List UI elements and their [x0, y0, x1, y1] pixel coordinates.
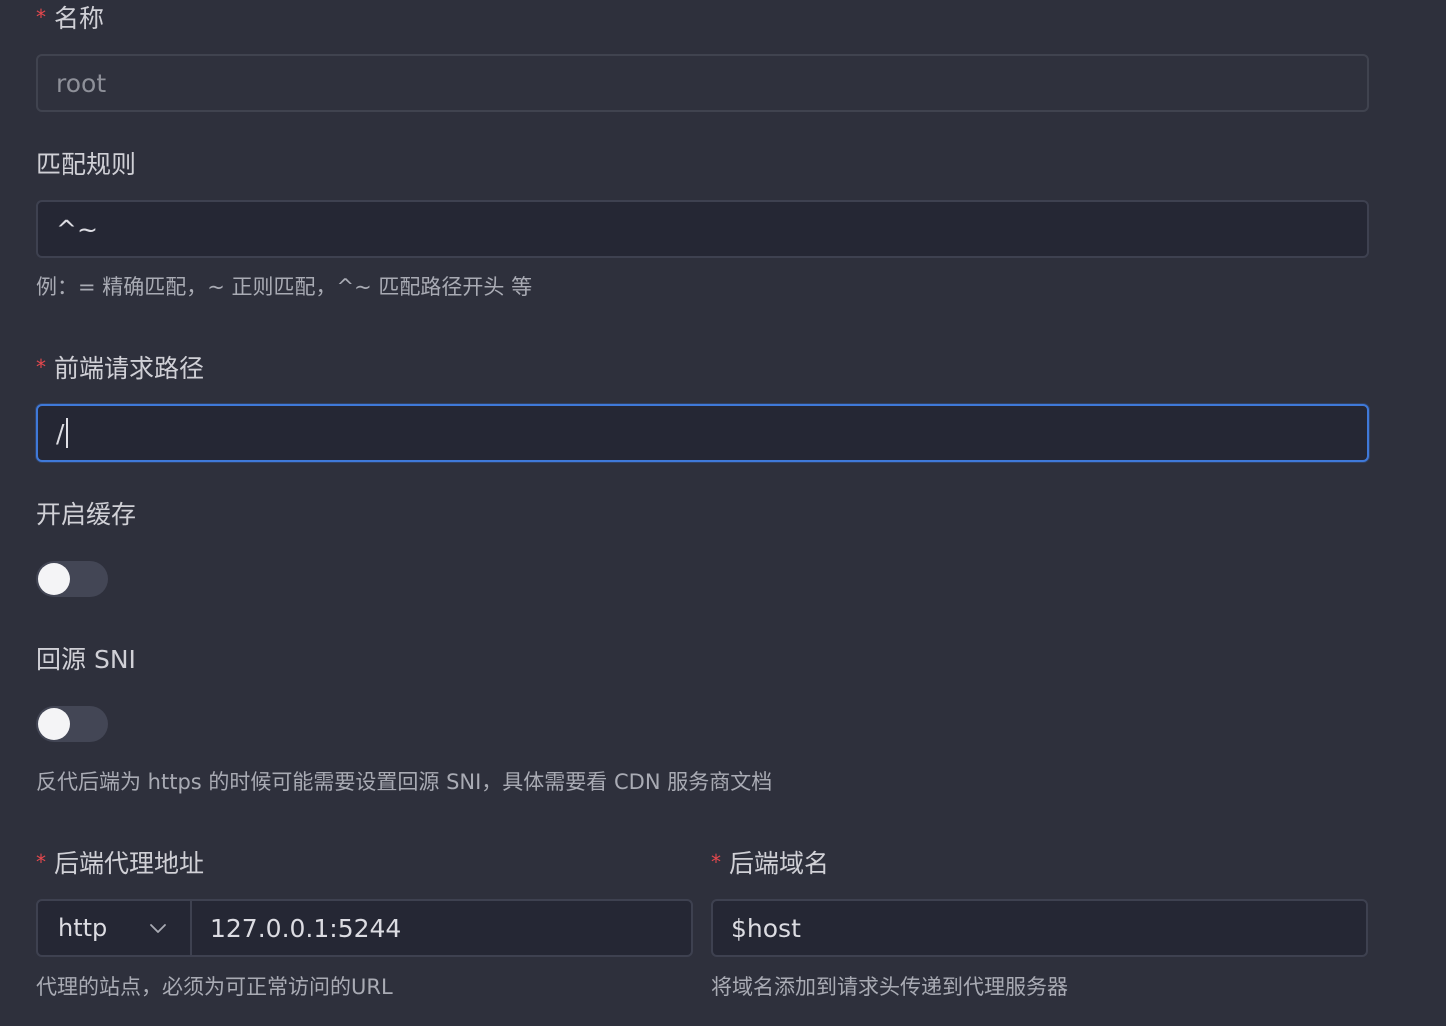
backend-proxy-label: * 后端代理地址 — [36, 847, 204, 882]
match-rule-hint: 例：= 精确匹配，~ 正则匹配，^~ 匹配路径开头 等 — [36, 275, 533, 299]
name-input[interactable]: root — [36, 54, 1369, 112]
backend-proxy-hint: 代理的站点，必须为可正常访问的URL — [36, 975, 393, 999]
match-rule-label: 匹配规则 — [36, 148, 136, 182]
frontend-path-label: * 前端请求路径 — [36, 352, 204, 387]
name-label: * 名称 — [36, 2, 104, 37]
backend-host-label-text: 后端域名 — [729, 849, 830, 878]
chevron-down-icon — [150, 924, 166, 933]
backend-host-hint: 将域名添加到请求头传递到代理服务器 — [711, 975, 1068, 999]
cache-label-text: 开启缓存 — [36, 500, 137, 529]
backend-host-label: * 后端域名 — [711, 847, 829, 882]
backend-host-input-value: $host — [731, 913, 801, 943]
cache-label: 开启缓存 — [36, 498, 136, 532]
required-mark: * — [36, 355, 46, 379]
origin-sni-toggle-knob — [38, 708, 70, 740]
proxy-rule-form: * 名称 root 匹配规则 ^~ 例：= 精确匹配，~ 正则匹配，^~ 匹配路径… — [0, 0, 1446, 1026]
name-input-value: root — [56, 68, 107, 98]
frontend-path-label-text: 前端请求路径 — [54, 354, 205, 383]
origin-sni-label-text: 回源 SNI — [36, 645, 136, 674]
protocol-select-value: http — [58, 914, 108, 942]
backend-proxy-input-group: http 127.0.0.1:5244 — [36, 899, 693, 957]
frontend-path-input[interactable]: / — [36, 404, 1369, 462]
origin-sni-toggle[interactable] — [36, 706, 108, 742]
text-caret — [66, 418, 69, 448]
cache-toggle[interactable] — [36, 561, 108, 597]
match-rule-input[interactable]: ^~ — [36, 200, 1369, 258]
required-mark: * — [36, 5, 46, 29]
name-label-text: 名称 — [54, 4, 105, 33]
backend-address-input[interactable]: 127.0.0.1:5244 — [192, 901, 419, 955]
backend-host-input[interactable]: $host — [711, 899, 1368, 957]
backend-address-value: 127.0.0.1:5244 — [210, 913, 402, 943]
cache-toggle-knob — [38, 563, 70, 595]
match-rule-input-value: ^~ — [56, 214, 98, 244]
origin-sni-hint: 反代后端为 https 的时候可能需要设置回源 SNI，具体需要看 CDN 服务… — [36, 770, 773, 794]
required-mark: * — [711, 850, 721, 874]
frontend-path-input-value: / — [56, 418, 65, 448]
match-rule-label-text: 匹配规则 — [36, 150, 137, 179]
protocol-select[interactable]: http — [38, 901, 192, 955]
origin-sni-label: 回源 SNI — [36, 643, 136, 677]
required-mark: * — [36, 850, 46, 874]
backend-proxy-label-text: 后端代理地址 — [54, 849, 205, 878]
